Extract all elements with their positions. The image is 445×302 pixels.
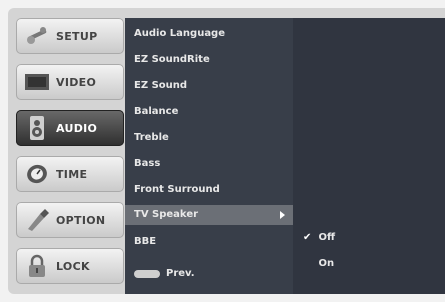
menu-item-tv-speaker[interactable]: TV Speaker — [125, 205, 293, 225]
prev-hint-label: Prev. — [166, 268, 195, 279]
sidebar-item-audio[interactable]: AUDIO — [16, 110, 124, 146]
option-label: Off — [318, 232, 336, 243]
lock-icon — [22, 253, 52, 279]
sidebar-item-label: TIME — [56, 167, 88, 181]
tv-osd-menu: SETUP VIDEO AUDIO TIME OPTION LOCK Audio… — [8, 8, 445, 294]
tv-speaker-options-panel: ✔ Off On — [293, 18, 445, 294]
time-icon — [22, 161, 52, 187]
setup-icon — [22, 23, 52, 49]
menu-item-treble[interactable]: Treble — [134, 128, 169, 148]
sidebar-item-label: SETUP — [56, 29, 98, 43]
sidebar-item-lock[interactable]: LOCK — [16, 248, 124, 284]
sidebar-item-label: OPTION — [56, 213, 106, 227]
sidebar-item-option[interactable]: OPTION — [16, 202, 124, 238]
chevron-right-icon — [280, 211, 285, 219]
sidebar-item-setup[interactable]: SETUP — [16, 18, 124, 54]
sidebar-item-time[interactable]: TIME — [16, 156, 124, 192]
audio-menu-panel: Audio Language EZ SoundRite EZ Sound Bal… — [125, 18, 293, 294]
menu-item-balance[interactable]: Balance — [134, 102, 178, 122]
option-off[interactable]: ✔ Off — [303, 228, 335, 248]
menu-button-icon — [134, 270, 160, 278]
menu-item-bass[interactable]: Bass — [134, 154, 160, 174]
menu-item-label: TV Speaker — [134, 209, 199, 220]
menu-item-ez-soundrite[interactable]: EZ SoundRite — [134, 50, 210, 70]
sidebar-item-video[interactable]: VIDEO — [16, 64, 124, 100]
category-sidebar: SETUP VIDEO AUDIO TIME OPTION LOCK — [8, 8, 130, 294]
sidebar-item-label: AUDIO — [56, 121, 98, 135]
option-label: On — [318, 258, 335, 269]
prev-hint: Prev. — [134, 266, 195, 282]
option-on[interactable]: On — [303, 254, 334, 274]
menu-item-audio-language[interactable]: Audio Language — [134, 24, 225, 44]
check-icon: ✔ — [303, 232, 312, 243]
video-icon — [22, 69, 52, 95]
option-icon — [22, 207, 52, 233]
menu-item-bbe[interactable]: BBE — [134, 232, 156, 252]
sidebar-item-label: LOCK — [56, 259, 90, 273]
menu-item-front-surround[interactable]: Front Surround — [134, 180, 220, 200]
sidebar-item-label: VIDEO — [56, 75, 97, 89]
menu-item-ez-sound[interactable]: EZ Sound — [134, 76, 187, 96]
audio-icon — [22, 115, 52, 141]
